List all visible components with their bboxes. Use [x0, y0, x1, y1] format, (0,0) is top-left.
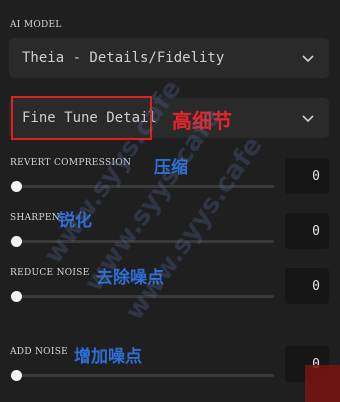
- add-noise-annotation: 增加噪点: [74, 347, 142, 367]
- revert-compression-slider[interactable]: [10, 181, 274, 192]
- revert-compression-value[interactable]: 0: [285, 158, 329, 194]
- add-noise-label: ADD NOISE: [10, 347, 69, 357]
- add-noise-slider[interactable]: [10, 370, 274, 381]
- chevron-down-icon: [301, 111, 315, 125]
- mode-annotation: 高细节: [172, 109, 232, 133]
- highlight-box: [11, 96, 152, 140]
- slider-thumb[interactable]: [11, 236, 22, 247]
- slider-thumb[interactable]: [11, 370, 22, 381]
- ai-model-select[interactable]: Theia - Details/Fidelity: [9, 38, 329, 78]
- sharpen-value[interactable]: 0: [285, 213, 329, 249]
- sharpen-annotation: 锐化: [58, 211, 92, 231]
- seal-stamp: [305, 365, 340, 402]
- slider-thumb[interactable]: [11, 181, 22, 192]
- chevron-down-icon: [301, 51, 315, 65]
- reduce-noise-value[interactable]: 0: [285, 268, 329, 304]
- sharpen-label: SHARPEN: [10, 213, 60, 223]
- reduce-noise-annotation: 去除噪点: [96, 268, 164, 288]
- reduce-noise-slider[interactable]: [10, 291, 274, 302]
- revert-compression-label: REVERT COMPRESSION: [10, 158, 132, 168]
- ai-model-label: AI MODEL: [10, 20, 62, 30]
- sharpen-slider[interactable]: [10, 236, 274, 247]
- reduce-noise-label: REDUCE NOISE: [10, 268, 90, 278]
- slider-thumb[interactable]: [11, 291, 22, 302]
- ai-model-value: Theia - Details/Fidelity: [22, 50, 225, 66]
- revert-compression-annotation: 压缩: [154, 158, 188, 178]
- ai-settings-panel: AI MODEL Theia - Details/Fidelity Fine T…: [0, 0, 340, 402]
